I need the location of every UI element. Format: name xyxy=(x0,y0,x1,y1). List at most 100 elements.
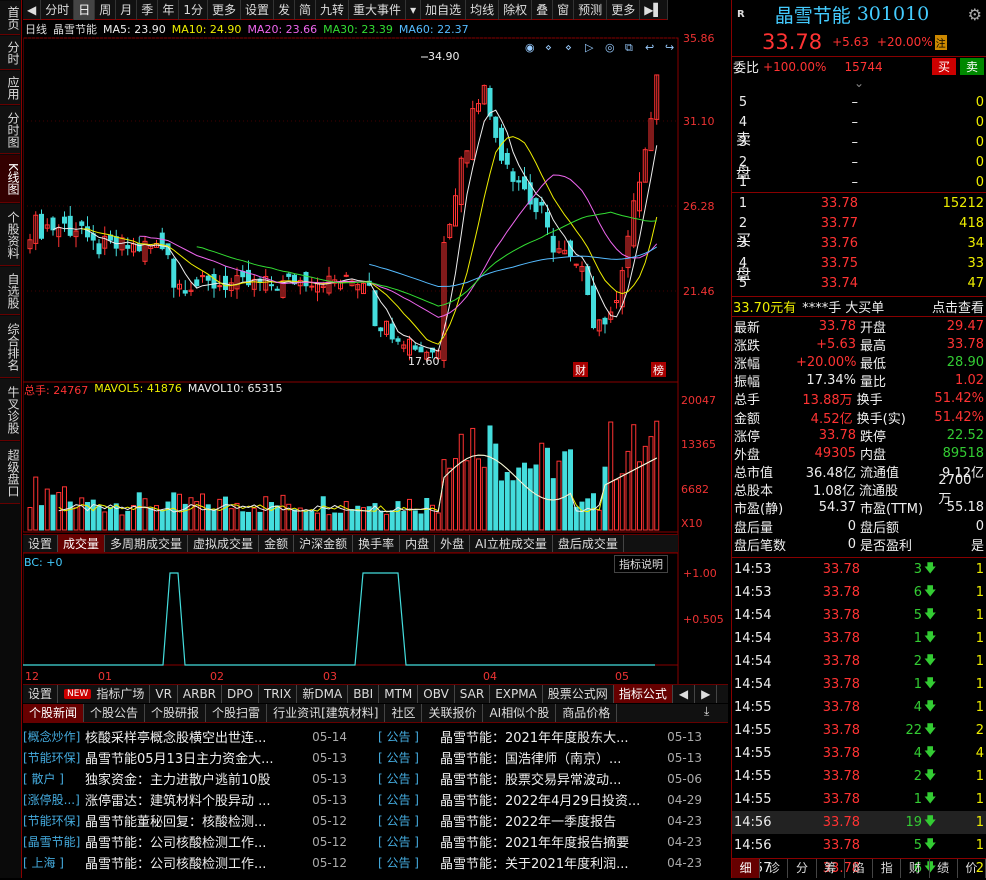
indicator-tab-3[interactable]: 虚拟成交量 xyxy=(188,535,260,552)
toolbar-item-9[interactable]: 发 xyxy=(274,0,296,20)
back-icon[interactable]: ◀ xyxy=(23,0,42,20)
formula-tab-2[interactable]: 指标广场 xyxy=(91,685,151,703)
toolbar-item-11[interactable]: 九转 xyxy=(316,0,350,20)
news-tab-7[interactable]: AI相似个股 xyxy=(483,704,557,722)
toolbar-item-16[interactable]: 叠 xyxy=(532,0,554,20)
news-right-row[interactable]: [ 公告 ] 晶雪节能：2021年年度报告摘要 04-23 xyxy=(378,831,728,852)
nav-item-4[interactable]: K线图 xyxy=(0,155,20,203)
nav-item-6[interactable]: 自选股 xyxy=(0,267,20,315)
news-tab-8[interactable]: 商品价格 xyxy=(556,704,618,722)
news-left-title[interactable]: 晶雪节能05月13日主力资金大... xyxy=(85,748,305,767)
news-right-row[interactable]: [ 公告 ] 晶雪节能：股票交易异常波动... 05-06 xyxy=(378,768,728,789)
toolbar-item-10[interactable]: 简 xyxy=(295,0,317,20)
big-order-link[interactable]: 点击查看 xyxy=(932,297,984,316)
indicator-tab-6[interactable]: 换手率 xyxy=(353,535,401,552)
news-left-title[interactable]: 晶雪节能董秘回复：核酸检测... xyxy=(85,811,305,830)
toolbar-item-7[interactable]: 更多 xyxy=(208,0,241,20)
news-left-title[interactable]: 独家资金：主力进散户逃前10股 xyxy=(85,769,305,788)
indicator-tab-2[interactable]: 多周期成交量 xyxy=(105,535,189,552)
toolbar-item-3[interactable]: 月 xyxy=(116,0,138,20)
indicator-explain-button[interactable]: 指标说明 xyxy=(614,555,668,573)
formula-tab-12[interactable]: EXPMA xyxy=(490,685,543,703)
right-tab-5[interactable]: 指 xyxy=(873,859,902,878)
indicator-tab-0[interactable]: 设置 xyxy=(23,535,59,552)
gear-icon[interactable]: ⚙ xyxy=(968,5,982,24)
formula-tab-5[interactable]: DPO xyxy=(222,685,259,703)
indicator-tab-8[interactable]: 外盘 xyxy=(435,535,471,552)
indicator-tab-5[interactable]: 沪深金额 xyxy=(294,535,354,552)
sell-button[interactable]: 卖 xyxy=(959,58,984,75)
indicator-tab-9[interactable]: AI立桩成交量 xyxy=(470,535,553,552)
news-right-row[interactable]: [ 公告 ] 晶雪节能：关于2021年度利润... 04-23 xyxy=(378,852,728,873)
toolbar-item-18[interactable]: 预测 xyxy=(574,0,608,20)
buy-button[interactable]: 买 xyxy=(931,58,956,75)
collapse-chevron-icon[interactable]: ⌄ xyxy=(732,76,986,92)
formula-tab-10[interactable]: OBV xyxy=(418,685,455,703)
nav-item-9[interactable]: 超级盘口 xyxy=(0,442,20,504)
toolbar-item-4[interactable]: 季 xyxy=(137,0,159,20)
news-left-row[interactable]: [晶雪节能] 晶雪节能：公司核酸检测工作... 05-12 xyxy=(23,831,373,852)
toolbar-item-8[interactable]: 设置 xyxy=(241,0,274,20)
news-left-title[interactable]: 晶雪节能：公司核酸检测工作... xyxy=(85,853,305,872)
news-left-title[interactable]: 涨停雷达：建筑材料个股异动 ... xyxy=(85,790,305,809)
toolbar-item-12[interactable]: 重大事件 xyxy=(349,0,407,20)
news-right-title[interactable]: 晶雪节能：股票交易异常波动... xyxy=(440,769,660,788)
right-tab-0[interactable]: 细 xyxy=(732,859,761,878)
news-left-row[interactable]: [概念炒作] 核酸采样亭概念股横空出世连... 05-14 xyxy=(23,726,373,747)
nav-item-5[interactable]: 个股资料 xyxy=(0,204,20,266)
indicator-tab-10[interactable]: 盘后成交量 xyxy=(553,535,624,552)
news-right-title[interactable]: 晶雪节能：2022年一季度报告 xyxy=(440,811,660,830)
news-left-row[interactable]: [节能环保] 晶雪节能董秘回复：核酸检测... 05-12 xyxy=(23,810,373,831)
news-left-title[interactable]: 核酸采样亭概念股横空出世连... xyxy=(85,727,305,746)
formula-tab-9[interactable]: MTM xyxy=(379,685,419,703)
indicator-tab-7[interactable]: 内盘 xyxy=(400,535,436,552)
right-tab-1[interactable]: 诊 xyxy=(760,859,789,878)
kline-chart[interactable]: 35.86 31.10 26.28 21.46 20047 13365 6682 X10 +1.… xyxy=(23,20,731,685)
formula-tab-11[interactable]: SAR xyxy=(455,685,491,703)
right-tab-2[interactable]: 分 xyxy=(788,859,817,878)
toolbar-item-1[interactable]: 日 xyxy=(74,0,96,20)
formula-tab-4[interactable]: ARBR xyxy=(178,685,223,703)
right-tab-7[interactable]: 绩 xyxy=(930,859,958,878)
formula-tab-6[interactable]: TRIX xyxy=(259,685,298,703)
nav-item-0[interactable]: 首页 xyxy=(0,1,20,35)
next-arrow-icon[interactable]: ▶ xyxy=(695,685,718,703)
indicator-tab-1[interactable]: 成交量 xyxy=(58,535,106,552)
news-left-row[interactable]: [涨停股...] 涨停雷达：建筑材料个股异动 ... 05-13 xyxy=(23,789,373,810)
nav-item-7[interactable]: 综合排名 xyxy=(0,316,20,378)
news-right-title[interactable]: 晶雪节能：2021年年度报告摘要 xyxy=(440,832,660,851)
formula-tab-14[interactable]: 指标公式 xyxy=(613,685,673,703)
toolbar-item-14[interactable]: 均线 xyxy=(466,0,500,20)
news-tab-1[interactable]: 个股公告 xyxy=(84,704,146,722)
news-tab-2[interactable]: 个股研报 xyxy=(145,704,207,722)
toolbar-item-0[interactable]: 分时 xyxy=(41,0,75,20)
toolbar-item-19[interactable]: 更多 xyxy=(607,0,641,20)
toolbar-item-6[interactable]: 1分 xyxy=(179,0,208,20)
news-right-title[interactable]: 晶雪节能：关于2021年度利润... xyxy=(440,853,660,872)
news-right-row[interactable]: [ 公告 ] 晶雪节能：国浩律师（南京）... 05-13 xyxy=(378,747,728,768)
formula-tab-0[interactable]: 设置 xyxy=(23,685,59,703)
nav-item-1[interactable]: 分时 xyxy=(0,36,20,70)
formula-tab-3[interactable]: VR xyxy=(150,685,178,703)
right-tab-6[interactable]: 财 xyxy=(901,859,930,878)
news-right-row[interactable]: [ 公告 ] 晶雪节能：2021年年度股东大... 05-13 xyxy=(378,726,728,747)
formula-tab-8[interactable]: BBI xyxy=(348,685,380,703)
right-tab-3[interactable]: 筹 xyxy=(817,859,845,878)
nav-item-8[interactable]: 牛叉诊股 xyxy=(0,379,20,441)
toolbar-item-2[interactable]: 周 xyxy=(95,0,117,20)
nav-item-2[interactable]: 应用 xyxy=(0,71,20,105)
toolbar-item-13[interactable]: 加自选 xyxy=(421,0,467,20)
toolbar-item-15[interactable]: 除权 xyxy=(499,0,533,20)
toolbar-item-5[interactable]: 年 xyxy=(158,0,180,20)
news-left-row[interactable]: [ 上海 ] 晶雪节能：公司核酸检测工作... 05-12 xyxy=(23,852,373,873)
news-left-row[interactable]: [节能环保] 晶雪节能05月13日主力资金大... 05-13 xyxy=(23,747,373,768)
formula-tab-13[interactable]: 股票公式网 xyxy=(543,685,614,703)
news-right-row[interactable]: [ 公告 ] 晶雪节能：2022年一季度报告 04-23 xyxy=(378,810,728,831)
formula-tab-7[interactable]: 新DMA xyxy=(297,685,349,703)
news-right-row[interactable]: [ 公告 ] 晶雪节能：2022年4月29日投资... 04-29 xyxy=(378,789,728,810)
news-tab-0[interactable]: 个股新闻 xyxy=(23,704,85,722)
forward-icon[interactable]: ▶▌ xyxy=(640,0,668,20)
dropdown-arrow-icon[interactable]: ▾ xyxy=(406,0,422,20)
news-right-title[interactable]: 晶雪节能：2022年4月29日投资... xyxy=(440,790,660,809)
nav-item-3[interactable]: 分时图 xyxy=(0,106,20,154)
